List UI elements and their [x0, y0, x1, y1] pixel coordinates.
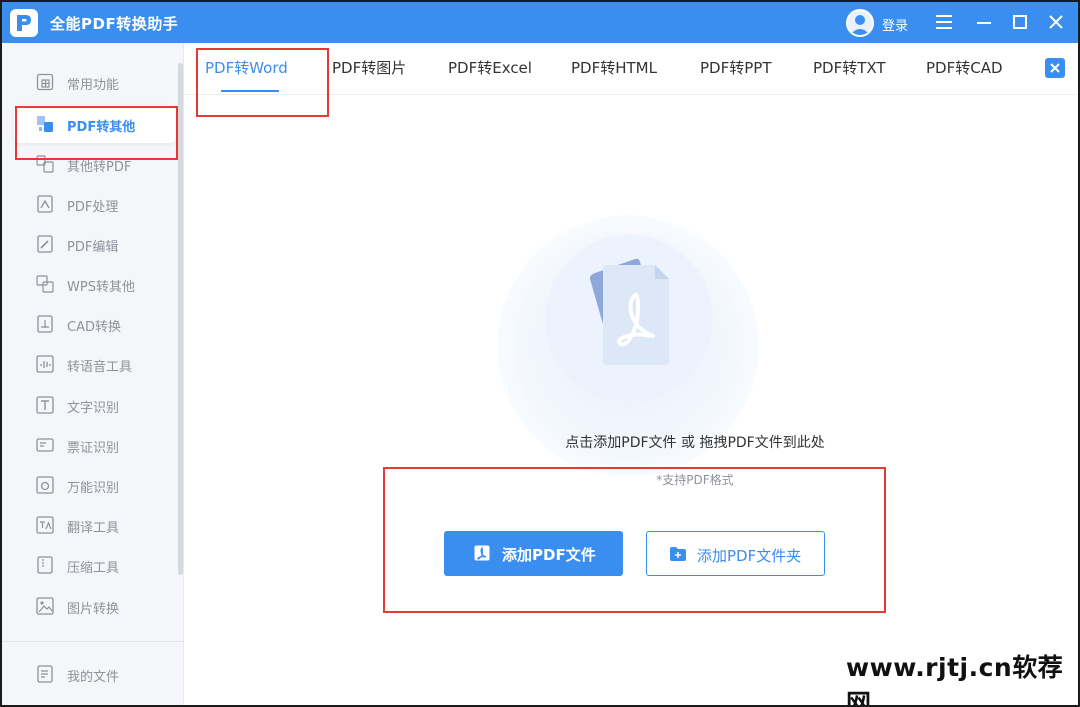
pdf-edit-icon — [36, 235, 54, 253]
highlight-box-sidebar — [15, 106, 178, 160]
sidebar-item-wps[interactable]: WPS转其他 — [14, 265, 176, 303]
wps-icon — [36, 275, 54, 293]
file-icon — [36, 665, 54, 683]
sidebar-item-image[interactable]: 图片转换 — [14, 587, 176, 625]
grid-icon — [36, 73, 54, 91]
translate-icon — [36, 516, 54, 534]
tab-pdf-to-txt[interactable]: PDF转TXT — [813, 57, 886, 78]
sidebar-item-label: 翻译工具 — [67, 521, 120, 536]
sidebar-scrollbar[interactable] — [178, 63, 183, 575]
sidebar-item-universal[interactable]: 万能识别 — [14, 466, 176, 504]
watermark-text: www.rjtj.cn软荐网 — [846, 653, 1064, 707]
tab-close-icon[interactable] — [1045, 58, 1065, 78]
sidebar-item-my-files[interactable]: 我的文件 — [14, 655, 176, 693]
sidebar-item-ticket[interactable]: 票证识别 — [14, 426, 176, 464]
minimize-icon[interactable] — [972, 10, 996, 34]
sidebar-item-label: WPS转其他 — [67, 280, 135, 295]
tab-pdf-to-cad[interactable]: PDF转CAD — [926, 57, 1003, 78]
menu-icon[interactable] — [932, 10, 956, 34]
compress-icon — [36, 556, 54, 574]
audio-icon — [36, 355, 54, 373]
sidebar-item-common[interactable]: 常用功能 — [14, 63, 176, 101]
tab-pdf-to-html[interactable]: PDF转HTML — [571, 57, 657, 78]
tab-pdf-to-ppt[interactable]: PDF转PPT — [700, 57, 771, 78]
app-logo-icon — [10, 9, 38, 37]
drop-hint-text: 点击添加PDF文件 或 拖拽PDF文件到此处 — [565, 435, 825, 451]
sidebar-item-compress[interactable]: 压缩工具 — [14, 546, 176, 584]
sidebar-item-label: 压缩工具 — [67, 561, 120, 576]
pdf-document-icon — [565, 243, 695, 377]
pdf-process-icon — [36, 195, 54, 213]
sidebar-item-label: 图片转换 — [67, 602, 120, 617]
app-title: 全能PDF转换助手 — [50, 15, 179, 33]
sidebar-item-label: 转语音工具 — [67, 360, 133, 375]
sidebar-item-pdf-process[interactable]: PDF处理 — [14, 185, 176, 223]
sidebar-item-label: 文字识别 — [67, 401, 120, 416]
sidebar-item-label: 票证识别 — [67, 441, 120, 456]
sidebar-divider — [2, 641, 184, 642]
user-avatar-icon[interactable] — [846, 9, 874, 37]
sidebar-item-audio[interactable]: 转语音工具 — [14, 345, 176, 383]
maximize-icon[interactable] — [1008, 10, 1032, 34]
close-icon[interactable] — [1044, 10, 1068, 34]
tab-pdf-to-image[interactable]: PDF转图片 — [332, 57, 406, 78]
ticket-icon — [36, 436, 54, 454]
app-window: 全能PDF转换助手 登录 常用功能 PDF转其他 其他转PDF PDF处理 PD… — [0, 0, 1080, 707]
tab-pdf-to-excel[interactable]: PDF转Excel — [448, 57, 532, 78]
cad-icon — [36, 315, 54, 333]
sidebar-item-label: PDF处理 — [67, 200, 119, 215]
sidebar-item-ocr[interactable]: 文字识别 — [14, 386, 176, 424]
image-icon — [36, 597, 54, 615]
sidebar-item-translate[interactable]: 翻译工具 — [14, 506, 176, 544]
sidebar-item-label: 常用功能 — [67, 78, 120, 93]
sidebar-item-label: 万能识别 — [67, 481, 120, 496]
sidebar-item-label: 我的文件 — [67, 670, 120, 685]
ocr-icon — [36, 396, 54, 414]
title-bar: 全能PDF转换助手 登录 — [2, 2, 1078, 43]
highlight-box-tab — [196, 48, 329, 117]
sidebar-item-label: PDF编辑 — [67, 240, 119, 255]
login-link[interactable]: 登录 — [882, 15, 908, 34]
highlight-box-buttons — [383, 467, 886, 613]
sidebar-item-cad[interactable]: CAD转换 — [14, 305, 176, 343]
sidebar-item-label: CAD转换 — [67, 320, 121, 335]
camera-icon — [36, 476, 54, 494]
drop-zone[interactable]: 点击添加PDF文件 或 拖拽PDF文件到此处 *支持PDF格式 添加PDF文件 … — [185, 95, 1078, 705]
sidebar-item-pdf-edit[interactable]: PDF编辑 — [14, 225, 176, 263]
